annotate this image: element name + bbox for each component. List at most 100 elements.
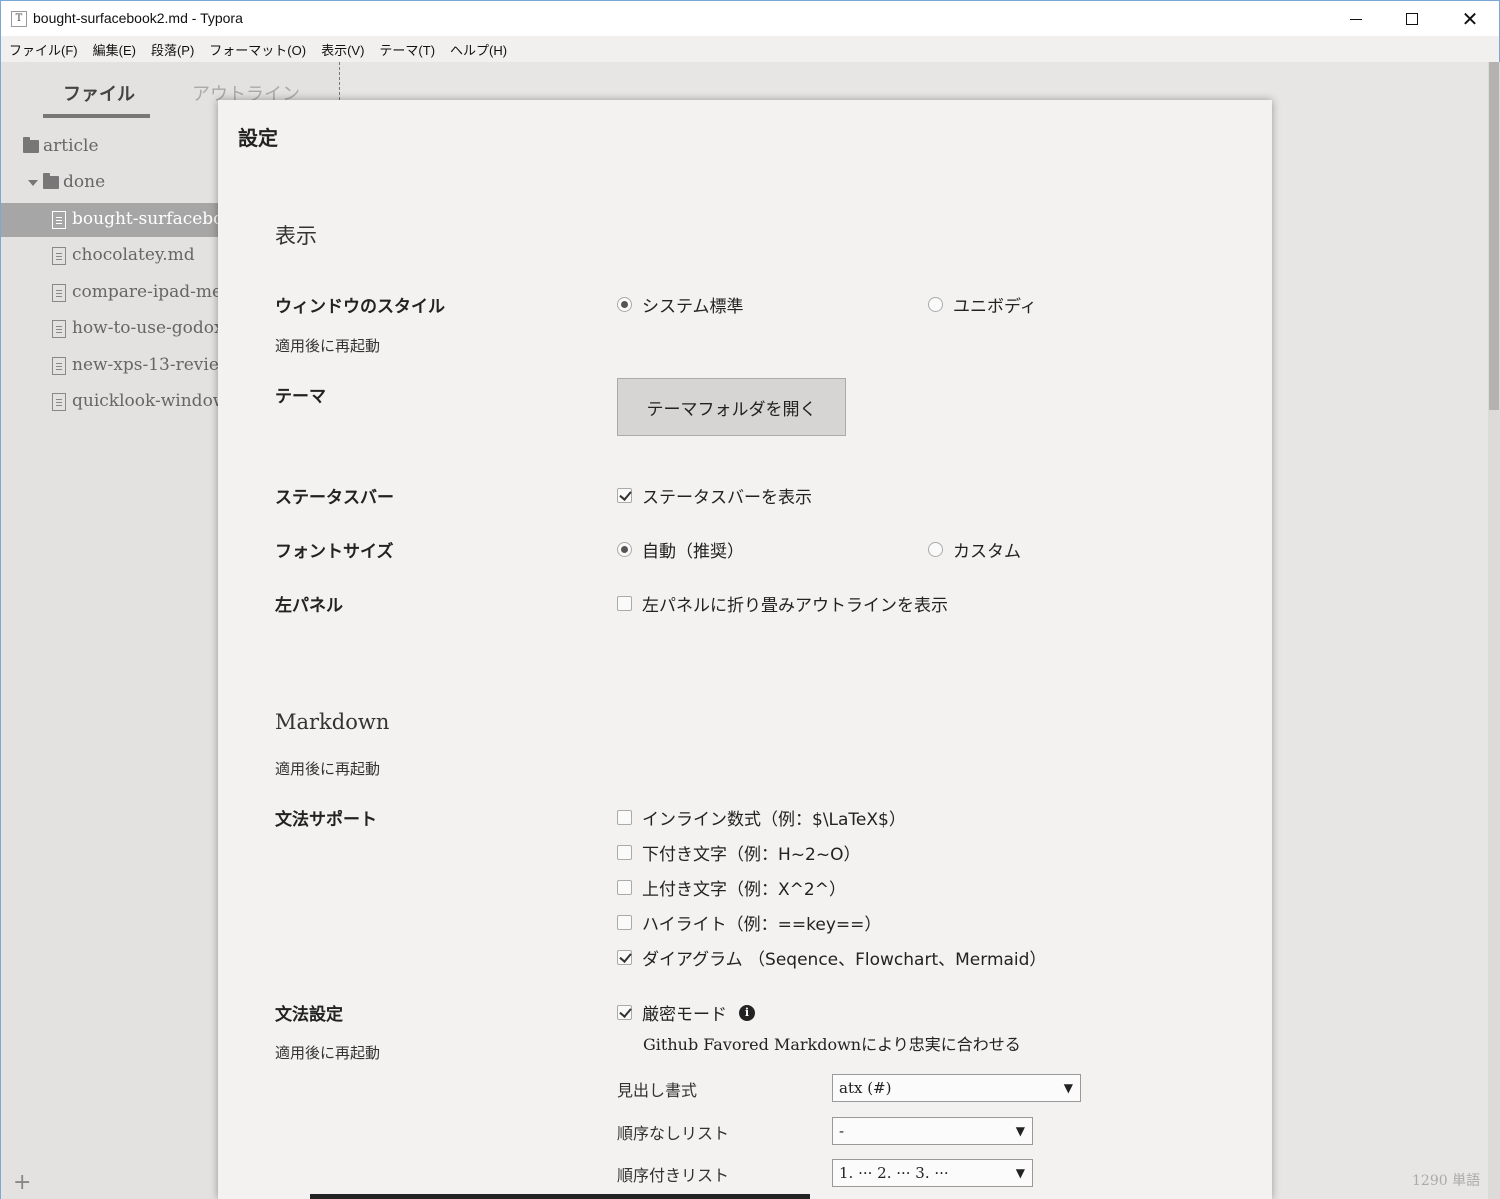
radio-icon[interactable] [617, 542, 632, 557]
menu-theme[interactable]: テーマ(T) [379, 40, 435, 59]
checkbox-icon[interactable] [617, 488, 632, 503]
radio-icon[interactable] [928, 297, 943, 312]
radio-font-custom[interactable]: カスタム [928, 537, 1021, 562]
select-value: 1. ··· 2. ··· 3. ··· [839, 1164, 949, 1182]
close-icon: ✕ [1461, 7, 1479, 31]
checkbox-diagrams[interactable]: ダイアグラム （Seqence、Flowchart、Mermaid） [617, 945, 1046, 970]
add-file-icon[interactable]: + [13, 1170, 31, 1195]
menu-help[interactable]: ヘルプ(H) [450, 40, 507, 59]
checkbox-subscript[interactable]: 下付き文字（例：H~2~O） [617, 840, 860, 865]
minimize-icon [1350, 18, 1362, 20]
checkbox-icon[interactable] [617, 845, 632, 860]
folder-label: article [43, 136, 99, 156]
window-style-label: ウィンドウのスタイル [275, 297, 445, 317]
font-size-label: フォントサイズ [275, 542, 394, 562]
typora-app-icon: T [11, 11, 27, 27]
checkbox-show-status-bar[interactable]: ステータスバーを表示 [617, 483, 812, 508]
file-icon [52, 320, 66, 338]
settings-dialog: 設定 表示 ウィンドウのスタイル 適用後に再起動 システム標準 ユニボディ テー… [218, 100, 1272, 1199]
open-theme-folder-button[interactable]: テーマフォルダを開く [617, 378, 846, 436]
checkbox-collapsible-outline[interactable]: 左パネルに折り畳みアウトラインを表示 [617, 591, 948, 616]
checkbox-label: 上付き文字（例：X^2^） [642, 880, 846, 900]
horizontal-scroll-indicator [310, 1194, 810, 1199]
checkbox-label: ハイライト（例：==key==） [642, 915, 882, 935]
dropdown-arrow-icon: ▼ [1015, 1166, 1025, 1180]
tab-files[interactable]: ファイル [63, 80, 135, 106]
checkbox-icon[interactable] [617, 810, 632, 825]
left-panel-label: 左パネル [275, 596, 343, 616]
folder-icon [23, 137, 39, 153]
radio-system-default[interactable]: システム標準 [617, 292, 744, 317]
checkbox-icon[interactable] [617, 596, 632, 611]
checkbox-inline-math[interactable]: インライン数式（例：$\LaTeX$） [617, 805, 906, 830]
heading-style-select[interactable]: atx (#) ▼ [832, 1074, 1081, 1102]
markdown-note: 適用後に再起動 [275, 760, 381, 778]
window-title: bought-surfacebook2.md - Typora [33, 10, 243, 26]
menu-view[interactable]: 表示(V) [321, 40, 364, 59]
strict-mode-description: Github Favored Markdownにより忠実に合わせる [643, 1035, 1021, 1054]
menu-edit[interactable]: 編集(E) [93, 40, 136, 59]
checkbox-icon[interactable] [617, 880, 632, 895]
syntax-settings-label: 文法設定 [275, 1005, 343, 1025]
file-label: chocolatey.md [72, 245, 195, 265]
menu-file[interactable]: ファイル(F) [9, 40, 78, 59]
caret-down-icon[interactable] [28, 180, 38, 186]
checkbox-superscript[interactable]: 上付き文字（例：X^2^） [617, 875, 846, 900]
radio-icon[interactable] [617, 297, 632, 312]
section-markdown-heading: Markdown [275, 710, 390, 734]
info-icon[interactable]: i [739, 1004, 755, 1021]
checkbox-label: インライン数式（例：$\LaTeX$） [642, 810, 906, 830]
select-value: atx (#) [839, 1079, 892, 1097]
ordered-list-label: 順序付きリスト [617, 1166, 730, 1185]
radio-label: 自動（推奨） [642, 542, 744, 562]
checkbox-strict-mode[interactable]: 厳密モード i [617, 1000, 755, 1025]
heading-style-label: 見出し書式 [617, 1081, 698, 1100]
menu-bar: ファイル(F) 編集(E) 段落(P) フォーマット(O) 表示(V) テーマ(… [0, 36, 1500, 62]
sidebar-resize-handle[interactable] [339, 62, 340, 100]
dropdown-arrow-icon: ▼ [1063, 1081, 1073, 1095]
unordered-list-label: 順序なしリスト [617, 1124, 730, 1143]
menu-format[interactable]: フォーマット(O) [209, 40, 306, 59]
title-bar: T bought-surfacebook2.md - Typora ✕ [0, 0, 1500, 36]
syntax-support-label: 文法サポート [275, 810, 377, 830]
file-icon [52, 393, 66, 411]
dialog-title: 設定 [238, 126, 278, 150]
checkbox-label: ダイアグラム （Seqence、Flowchart、Mermaid） [642, 950, 1047, 970]
checkbox-highlight[interactable]: ハイライト（例：==key==） [617, 910, 881, 935]
word-count[interactable]: 1290 単語 [1412, 1170, 1480, 1190]
theme-label: テーマ [275, 387, 326, 407]
ordered-list-select[interactable]: 1. ··· 2. ··· 3. ··· ▼ [832, 1159, 1033, 1187]
radio-icon[interactable] [928, 542, 943, 557]
radio-label: カスタム [953, 542, 1021, 562]
checkbox-label: 左パネルに折り畳みアウトラインを表示 [642, 596, 948, 616]
file-icon [52, 211, 66, 229]
minimize-button[interactable] [1327, 1, 1385, 37]
checkbox-label: 下付き文字（例：H~2~O） [642, 845, 861, 865]
status-bar-label: ステータスバー [275, 488, 394, 508]
radio-unibody[interactable]: ユニボディ [928, 292, 1037, 317]
scrollbar-thumb[interactable] [1489, 62, 1499, 410]
folder-label: done [63, 172, 106, 192]
checkbox-label: 厳密モード [642, 1005, 727, 1025]
checkbox-icon[interactable] [617, 1005, 632, 1020]
menu-paragraph[interactable]: 段落(P) [151, 40, 194, 59]
radio-label: システム標準 [642, 297, 744, 317]
radio-label: ユニボディ [953, 297, 1037, 317]
section-display-heading: 表示 [275, 224, 317, 248]
maximize-icon [1406, 13, 1418, 25]
close-button[interactable]: ✕ [1441, 1, 1499, 37]
select-value: - [839, 1122, 845, 1140]
folder-icon [43, 173, 59, 189]
file-icon [52, 284, 66, 302]
radio-font-auto[interactable]: 自動（推奨） [617, 537, 744, 562]
checkbox-icon[interactable] [617, 915, 632, 930]
syntax-settings-note: 適用後に再起動 [275, 1044, 381, 1062]
file-icon [52, 247, 66, 265]
checkbox-icon[interactable] [617, 950, 632, 965]
unordered-list-select[interactable]: - ▼ [832, 1117, 1033, 1145]
maximize-button[interactable] [1383, 1, 1441, 37]
file-icon [52, 357, 66, 375]
window-style-note: 適用後に再起動 [275, 337, 381, 355]
dropdown-arrow-icon: ▼ [1015, 1124, 1025, 1138]
active-tab-indicator [43, 114, 150, 118]
